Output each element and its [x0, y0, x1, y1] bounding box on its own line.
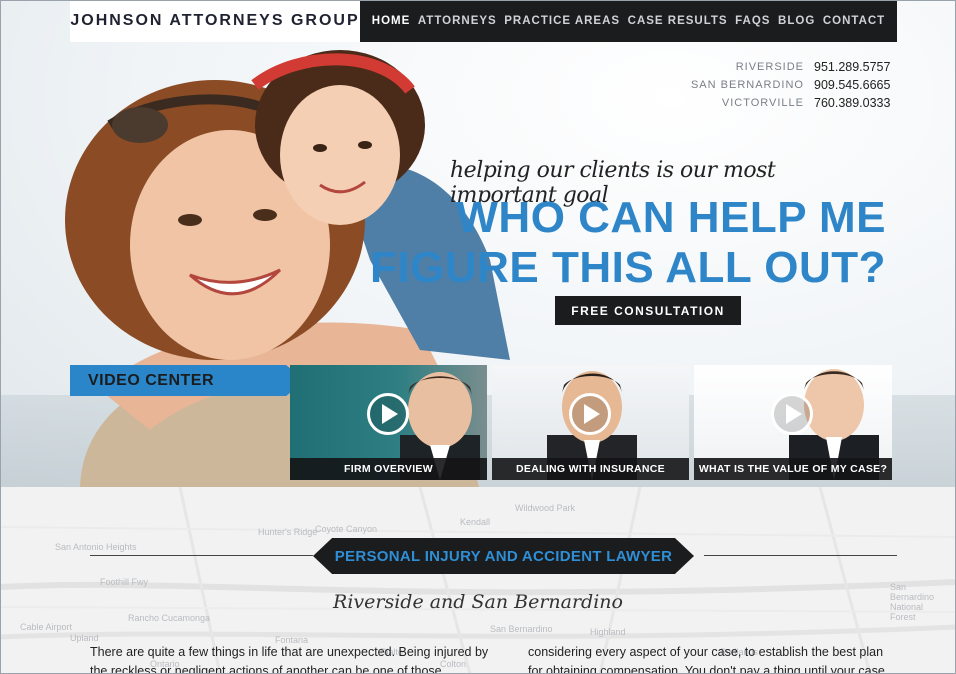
map-label: Hunter's Ridge	[258, 527, 318, 537]
section-subhead: Riverside and San Bernardino	[333, 591, 623, 613]
nav-contact[interactable]: CONTACT	[823, 15, 885, 27]
play-icon[interactable]	[367, 393, 409, 435]
section-title-banner: PERSONAL INJURY AND ACCIDENT LAWYER	[313, 538, 694, 574]
site-logo[interactable]: JOHNSON ATTORNEYS GROUP	[70, 0, 360, 42]
main-nav: HOME ATTORNEYS PRACTICE AREAS CASE RESUL…	[360, 0, 897, 42]
map-label: Rancho Cucamonga	[128, 613, 211, 623]
video-tile-firm-overview[interactable]: FIRM OVERVIEW	[290, 365, 487, 480]
nav-blog[interactable]: BLOG	[778, 15, 815, 27]
map-label: Upland	[70, 633, 99, 643]
map-label: San Antonio Heights	[55, 542, 137, 552]
map-label: Coyote Canyon	[315, 524, 378, 534]
map-label: Wildwood Park	[515, 503, 576, 513]
phone-city: VICTORVILLE	[721, 97, 804, 109]
video-caption: FIRM OVERVIEW	[290, 458, 487, 480]
phone-row-victorville: VICTORVILLE 760.389.0333	[691, 94, 891, 112]
headline-line-1: WHO CAN HELP ME	[456, 193, 886, 242]
phone-city: SAN BERNARDINO	[690, 79, 804, 91]
nav-case-results[interactable]: CASE RESULTS	[628, 15, 728, 27]
phone-number[interactable]: 760.389.0333	[814, 96, 890, 110]
map-label: Foothill Fwy	[100, 577, 149, 587]
video-center-label: VIDEO CENTER	[70, 365, 305, 396]
phone-row-riverside: RIVERSIDE 951.289.5757	[691, 58, 891, 76]
divider-left	[90, 555, 313, 556]
phone-number[interactable]: 909.545.6665	[814, 78, 890, 92]
body-text-col-1: There are quite a few things in life tha…	[90, 645, 489, 674]
nav-attorneys[interactable]: ATTORNEYS	[418, 15, 497, 27]
video-caption: WHAT IS THE VALUE OF MY CASE?	[694, 458, 892, 480]
phone-city: RIVERSIDE	[735, 61, 804, 73]
phone-row-san-bernardino: SAN BERNARDINO 909.545.6665	[690, 76, 891, 94]
nav-practice-areas[interactable]: PRACTICE AREAS	[504, 15, 620, 27]
phone-number[interactable]: 951.289.5757	[814, 60, 890, 74]
video-tile-dealing-with-insurance[interactable]: DEALING WITH INSURANCE	[492, 365, 689, 480]
office-phones: RIVERSIDE 951.289.5757 SAN BERNARDINO 90…	[690, 58, 891, 112]
video-caption: DEALING WITH INSURANCE	[492, 458, 689, 480]
body-text-col-2: considering every aspect of your case, t…	[528, 645, 885, 674]
map-label: Highland	[590, 627, 626, 637]
headline-line-2: FIGURE THIS ALL OUT?	[370, 243, 886, 292]
play-icon[interactable]	[569, 393, 611, 435]
divider-right	[704, 555, 897, 556]
nav-faqs[interactable]: FAQS	[735, 15, 770, 27]
map-label: Kendall	[460, 517, 491, 527]
free-consultation-button[interactable]: FREE CONSULTATION	[555, 296, 741, 325]
play-icon[interactable]	[771, 393, 813, 435]
map-label: Cable Airport	[20, 622, 73, 632]
map-label: San Bernardino	[490, 624, 553, 634]
practice-section: San Antonio Heights Hunter's Ridge Coyot…	[0, 487, 956, 674]
hero-banner: JOHNSON ATTORNEYS GROUP HOME ATTORNEYS P…	[0, 0, 956, 487]
nav-home[interactable]: HOME	[372, 15, 411, 27]
hero-headline: WHO CAN HELP ME FIGURE THIS ALL OUT?	[370, 193, 886, 293]
video-tile-value-of-case[interactable]: WHAT IS THE VALUE OF MY CASE?	[694, 365, 892, 480]
